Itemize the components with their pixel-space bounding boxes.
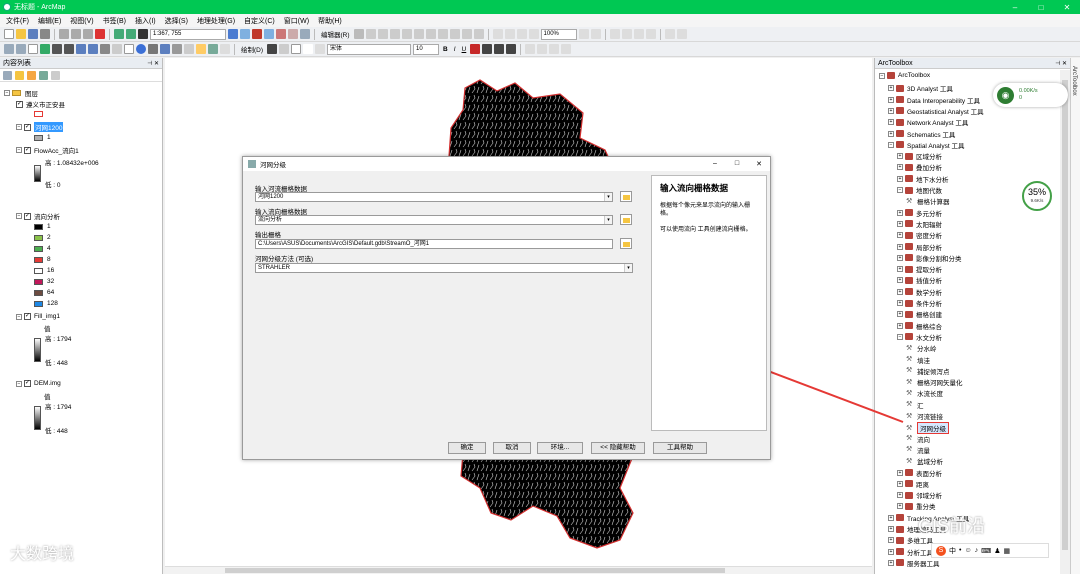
parameters-pane: 输入河流栅格数据 河网1200 ▾ 输入流向栅格数据 流向分析 ▾ 输出栅格 C:\… (251, 175, 643, 431)
environments-button[interactable]: 环境... (537, 442, 583, 454)
sogou-icon: S (936, 545, 946, 556)
emoji-icon[interactable]: ☺ (964, 547, 971, 554)
browse-folder-icon[interactable] (620, 214, 632, 225)
dropdown-icon: ▾ (604, 193, 612, 201)
tools-icon[interactable]: ▦ (1004, 547, 1011, 555)
tool-help-button[interactable]: 工具帮助 (653, 442, 707, 454)
close-icon[interactable]: ✕ (748, 160, 770, 168)
stream-order-dialog: 河网分级 – □ ✕ 输入河流栅格数据 河网1200 ▾ 输入流向栅格数据 流向分… (242, 156, 771, 460)
dialog-footer: 确定 取消 环境... << 隐藏帮助 工具帮助 (243, 437, 770, 459)
ok-button[interactable]: 确定 (448, 442, 486, 454)
help-pane: 输入流向栅格数据 根据每个像元来显示流向的输入栅格。 可以使用流向 工具创建流向… (651, 175, 767, 431)
param4-label: 河网分级方法 (可选) (255, 256, 314, 263)
skin-icon[interactable]: ♟ (994, 547, 1000, 555)
maximize-icon[interactable]: □ (726, 160, 748, 168)
ime-mode[interactable]: 中 (949, 546, 956, 556)
punctuation-icon[interactable]: • (959, 547, 961, 554)
help-title: 输入流向栅格数据 (660, 183, 729, 193)
param3-label: 输出栅格 (255, 232, 281, 239)
keyboard-icon[interactable]: ⌨ (981, 547, 991, 555)
dialog-title: 河网分级 (260, 162, 286, 169)
cancel-button[interactable]: 取消 (493, 442, 531, 454)
help-text-1: 根据每个像元来显示流向的输入栅格。 (660, 203, 751, 217)
output-raster-field[interactable]: C:\Users\ASUS\Documents\ArcGIS\Default.g… (255, 239, 613, 249)
hide-help-button[interactable]: << 隐藏帮助 (591, 442, 645, 454)
dropdown-icon: ▾ (604, 216, 612, 224)
order-method-select[interactable]: STRAHLER ▾ (255, 263, 633, 273)
watermark-right: GIS前沿 (918, 516, 986, 536)
tool-icon (248, 160, 256, 168)
dropdown-icon: ▾ (624, 264, 632, 272)
browse-folder-icon[interactable] (620, 238, 632, 249)
watermark-left: 大数跨境 (10, 546, 75, 563)
ime-toolbar[interactable]: S 中 • ☺ ♪ ⌨ ♟ ▦ (931, 543, 1049, 558)
mic-icon[interactable]: ♪ (975, 547, 979, 554)
minimize-icon[interactable]: – (704, 160, 726, 168)
input-flow-direction-raster[interactable]: 流向分析 ▾ (255, 215, 613, 225)
help-text-2: 可以使用流向 工具创建流向栅格。 (660, 227, 752, 233)
dialog-title-bar: 河网分级 – □ ✕ (243, 157, 770, 171)
input-stream-raster[interactable]: 河网1200 ▾ (255, 192, 613, 202)
browse-folder-icon[interactable] (620, 191, 632, 202)
